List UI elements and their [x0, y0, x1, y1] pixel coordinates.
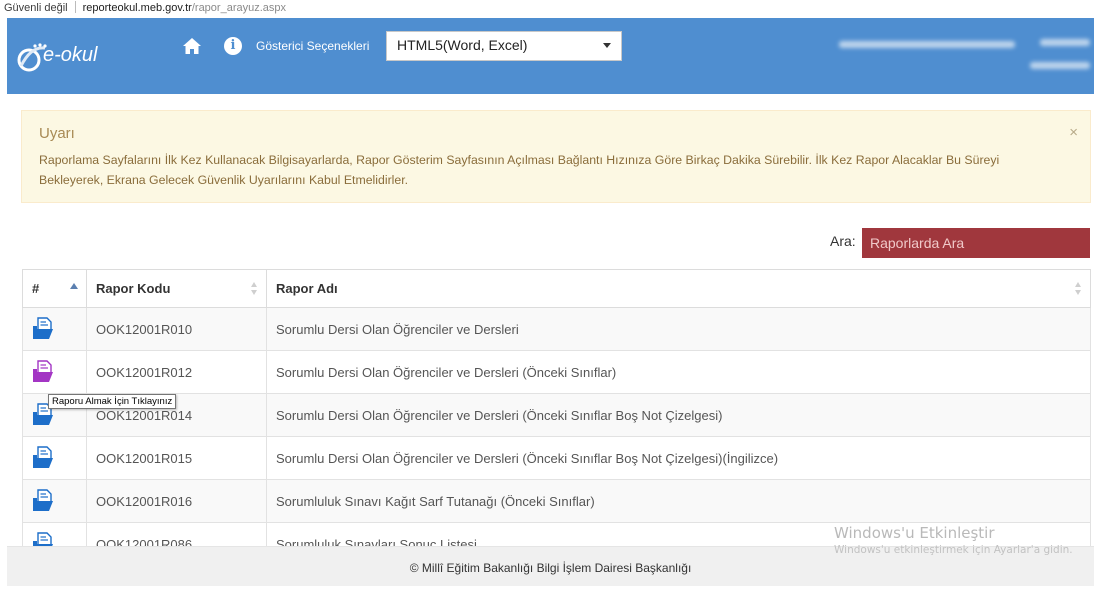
- page: Güvenli değil reporteokul.meb.gov.tr/rapo…: [0, 0, 1094, 590]
- report-name: Sorumlu Dersi Olan Öğrenciler ve Dersler…: [266, 350, 1091, 394]
- sort-icon: [251, 282, 258, 296]
- report-code: OOK12001R010: [86, 307, 267, 351]
- user-info-blurred: [839, 41, 1015, 48]
- table-row[interactable]: OOK12001R015 Sorumlu Dersi Olan Öğrencil…: [22, 436, 1091, 480]
- separator: [74, 1, 76, 13]
- report-icon-cell[interactable]: [22, 479, 87, 523]
- chevron-down-icon: [603, 43, 611, 48]
- user-info-blurred: [1030, 62, 1090, 69]
- report-icon-cell[interactable]: [22, 350, 87, 394]
- info-icon[interactable]: i: [224, 37, 242, 55]
- report-name: Sorumluluk Sınavı Kağıt Sarf Tutanağı (Ö…: [266, 479, 1091, 523]
- report-folder-icon[interactable]: [32, 489, 54, 513]
- address-bar[interactable]: Güvenli değil reporteokul.meb.gov.tr/rapo…: [0, 0, 1094, 18]
- report-folder-icon[interactable]: [32, 360, 54, 384]
- sort-asc-icon: [70, 283, 78, 289]
- viewer-select[interactable]: HTML5(Word, Excel): [386, 31, 622, 61]
- alert-title: Uyarı: [39, 125, 75, 142]
- eokul-logo[interactable]: e-okul: [15, 40, 125, 74]
- report-table: # Rapor Kodu Rapor Adı OOK12001R010 Soru…: [22, 269, 1091, 566]
- search-input[interactable]: [862, 228, 1090, 258]
- search-label: Ara:: [830, 233, 856, 249]
- home-icon[interactable]: [182, 36, 202, 56]
- sort-icon: [1075, 282, 1082, 296]
- viewer-options-label: Gösterici Seçenekleri: [256, 39, 370, 53]
- report-code: OOK12001R016: [86, 479, 267, 523]
- column-header-name[interactable]: Rapor Adı: [266, 269, 1091, 308]
- tooltip: Raporu Almak İçin Tıklayınız: [48, 394, 177, 409]
- column-header-label: #: [32, 281, 40, 296]
- table-header-row: # Rapor Kodu Rapor Adı: [22, 269, 1091, 308]
- column-header-label: Rapor Adı: [276, 281, 338, 296]
- column-header-label: Rapor Kodu: [96, 281, 171, 296]
- table-row[interactable]: OOK12001R016 Sorumluluk Sınavı Kağıt Sar…: [22, 479, 1091, 523]
- warning-alert: Uyarı Raporlama Sayfalarını İlk Kez Kull…: [21, 110, 1091, 203]
- report-folder-icon[interactable]: [32, 446, 54, 470]
- viewer-select-value: HTML5(Word, Excel): [397, 37, 528, 53]
- table-row[interactable]: OOK12001R012 Sorumlu Dersi Olan Öğrencil…: [22, 350, 1091, 394]
- user-info-blurred: [1040, 39, 1090, 46]
- alert-message: Raporlama Sayfalarını İlk Kez Kullanacak…: [39, 153, 1000, 187]
- logo-text: e-okul: [43, 44, 98, 66]
- column-header-index[interactable]: #: [22, 269, 87, 308]
- windows-watermark-subtitle: Windows'u etkinleştirmek için Ayarlar'a …: [834, 544, 1073, 556]
- windows-watermark-title: Windows'u Etkinleştir: [834, 524, 995, 542]
- report-folder-icon[interactable]: [32, 317, 54, 341]
- report-icon-cell[interactable]: [22, 436, 87, 480]
- report-name: Sorumlu Dersi Olan Öğrenciler ve Dersler…: [266, 393, 1091, 437]
- navbar: e-okul i Gösterici Seçenekleri HTML5(Wor…: [7, 18, 1094, 94]
- report-code: OOK12001R012: [86, 350, 267, 394]
- table-row[interactable]: OOK12001R014 Sorumlu Dersi Olan Öğrencil…: [22, 393, 1091, 437]
- report-code: OOK12001R015: [86, 436, 267, 480]
- url-path: /rapor_arayuz.aspx: [191, 2, 287, 14]
- table-row[interactable]: OOK12001R010 Sorumlu Dersi Olan Öğrencil…: [22, 307, 1091, 351]
- report-icon-cell[interactable]: [22, 307, 87, 351]
- report-name: Sorumlu Dersi Olan Öğrenciler ve Dersler…: [266, 436, 1091, 480]
- footer-text: © Millî Eğitim Bakanlığı Bilgi İşlem Dai…: [409, 561, 692, 575]
- security-label: Güvenli değil: [4, 2, 68, 14]
- report-name: Sorumlu Dersi Olan Öğrenciler ve Dersler…: [266, 307, 1091, 351]
- column-header-code[interactable]: Rapor Kodu: [86, 269, 267, 308]
- close-icon[interactable]: ×: [1069, 124, 1078, 141]
- url-host: reporteokul.meb.gov.tr: [82, 2, 192, 14]
